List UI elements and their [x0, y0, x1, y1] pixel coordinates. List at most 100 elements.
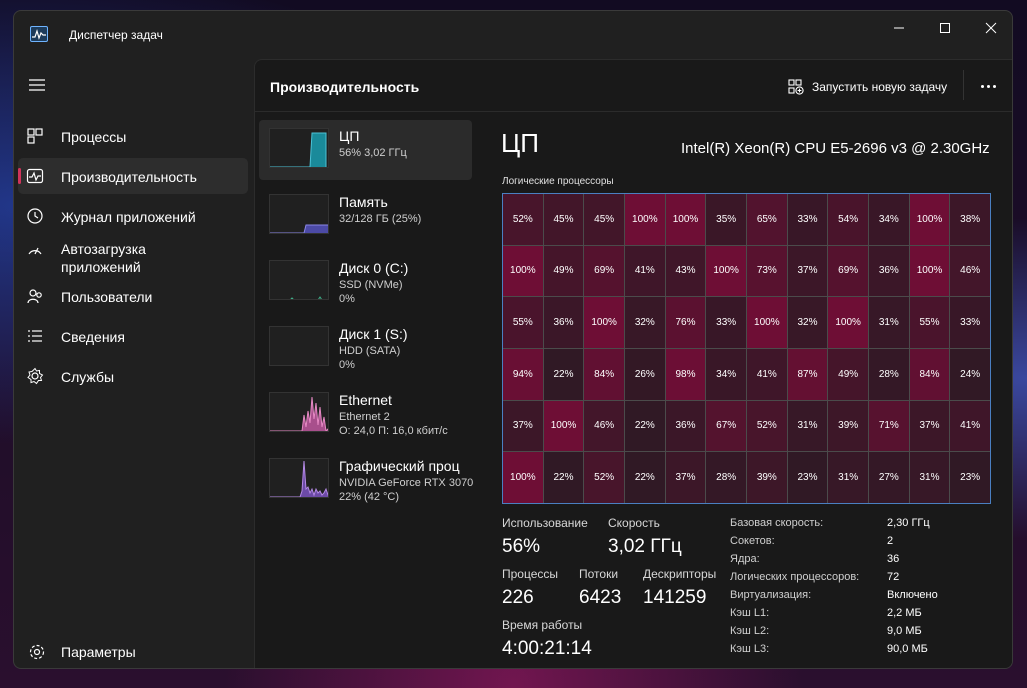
spec-value: 9,0 МБ [887, 625, 922, 637]
memory-sparkline [270, 224, 328, 233]
sidebar-item-startup[interactable]: Автозагрузка приложений [18, 238, 248, 278]
logical-processor-cell: 69% [828, 245, 868, 297]
sidebar-item-performance[interactable]: Производительность [18, 158, 248, 194]
spec-key: Кэш L2: [730, 625, 770, 637]
threads-value: 6423 [579, 587, 622, 608]
cpu-heading: ЦП [501, 128, 539, 158]
more-dots-icon [980, 84, 984, 88]
cpu-mini-graph [269, 128, 329, 168]
spec-value: 2,30 ГГц [887, 517, 930, 529]
ethernet-mini-graph [269, 392, 329, 432]
device-detail: HDD (SATA) [339, 345, 401, 357]
device-detail: SSD (NVMe) [339, 279, 403, 291]
app-history-icon [27, 208, 43, 224]
settings-button[interactable]: Параметры [18, 635, 248, 668]
logical-processor-cell: 36% [869, 245, 909, 297]
device-cpu[interactable]: ЦП 56% 3,02 ГГц [259, 120, 472, 180]
logical-processor-cell: 24% [950, 349, 990, 400]
sidebar-item-services[interactable]: Службы [18, 358, 248, 394]
logical-processor-cell: 34% [706, 349, 746, 400]
title-bar: Диспетчер задач [14, 11, 1012, 59]
services-icon [27, 367, 44, 385]
speed-label: Скорость [608, 516, 660, 530]
logical-processor-cell: 45% [584, 194, 624, 245]
sidebar-item-label: Пользователи [61, 289, 153, 305]
device-name: Диск 0 (C:) [339, 260, 409, 276]
logical-processor-cell: 33% [706, 297, 746, 348]
logical-processor-cell: 37% [787, 245, 828, 297]
logical-processor-cell: 28% [706, 452, 746, 503]
spec-value: 2 [887, 535, 894, 547]
logical-processor-cell: 23% [787, 452, 828, 503]
device-disk-0[interactable]: Диск 0 (C:) SSD (NVMe) 0% [259, 252, 472, 312]
logical-processor-cell: 31% [787, 400, 828, 452]
uptime-label: Время работы [502, 618, 583, 632]
minimize-button[interactable] [876, 11, 922, 45]
logical-processor-cell: 28% [869, 349, 909, 400]
logical-processor-cell: 65% [747, 194, 787, 245]
logical-processor-cell: 22% [625, 400, 665, 452]
maximize-button[interactable] [922, 11, 968, 45]
more-options-button[interactable] [973, 74, 1003, 98]
device-usage: О: 24,0 П: 16,0 кбит/с [339, 425, 448, 437]
logical-processor-cell: 100% [706, 245, 746, 297]
handles-label: Дескрипторы [643, 567, 717, 581]
logical-processor-cell: 100% [503, 452, 543, 503]
processes-label: Процессы [502, 567, 559, 581]
logical-processor-cell: 84% [584, 349, 624, 400]
sidebar-item-details[interactable]: Сведения [18, 318, 248, 354]
processes-value: 226 [502, 587, 534, 608]
device-gpu[interactable]: Графический проц NVIDIA GeForce RTX 3070… [259, 450, 473, 510]
spec-key: Кэш L1: [730, 607, 770, 619]
device-ethernet[interactable]: Ethernet Ethernet 2 О: 24,0 П: 16,0 кбит… [259, 384, 472, 444]
sidebar-item-app-history[interactable]: Журнал приложений [18, 198, 248, 234]
disk0-mini-graph [269, 260, 329, 300]
close-button[interactable] [968, 11, 1012, 45]
logical-processor-cell: 39% [828, 400, 868, 452]
logical-processor-cell: 22% [543, 349, 584, 400]
sidebar-item-processes[interactable]: Процессы [18, 118, 248, 154]
spec-value: 36 [887, 553, 900, 565]
device-name: Память [339, 194, 388, 210]
maximize-icon [940, 23, 950, 33]
logical-processor-cell: 100% [543, 400, 584, 452]
logical-processor-cell: 52% [503, 194, 543, 245]
spec-key: Логических процессоров: [730, 571, 860, 583]
logical-processor-cell: 22% [543, 452, 584, 503]
logical-processor-cell: 33% [787, 194, 828, 245]
logical-processor-cell: 31% [828, 452, 868, 503]
sidebar-item-label: Службы [61, 369, 115, 385]
logical-processor-cell: 46% [584, 400, 624, 452]
run-new-task-button[interactable]: Запустить новую задачу [788, 77, 947, 97]
logical-processor-cell: 49% [828, 349, 868, 400]
threads-label: Потоки [579, 567, 619, 581]
logical-processor-cell: 100% [747, 297, 787, 348]
device-disk-1[interactable]: Диск 1 (S:) HDD (SATA) 0% [259, 318, 472, 378]
logical-processor-cell: 27% [869, 452, 909, 503]
disk1-mini-graph [269, 326, 329, 366]
users-icon [27, 289, 42, 304]
startup-icon [28, 247, 42, 255]
sidebar-item-users[interactable]: Пользователи [18, 278, 248, 314]
settings-label: Параметры [61, 644, 136, 660]
logical-processor-cell: 100% [828, 297, 868, 348]
spec-key: Виртуализация: [730, 589, 812, 601]
task-manager-window: Диспетчер задач Процессы Производительно… [13, 10, 1013, 669]
close-icon [985, 22, 997, 34]
usage-value: 56% [502, 536, 541, 557]
logical-processor-cell: 26% [625, 349, 665, 400]
sidebar-item-label: Журнал приложений [61, 209, 196, 225]
logical-processor-cell: 35% [706, 194, 746, 245]
logical-processor-cell: 69% [584, 245, 624, 297]
header-divider [963, 70, 964, 100]
logical-processor-cell: 32% [787, 297, 828, 348]
logical-processors-label: Логические процессоры [502, 176, 614, 187]
logical-processor-cell: 67% [706, 400, 746, 452]
device-name: Диск 1 (S:) [339, 326, 408, 342]
disk0-sparkline [290, 296, 322, 299]
hamburger-menu-button[interactable] [26, 75, 48, 95]
device-memory[interactable]: Память 32/128 ГБ (25%) [259, 186, 472, 246]
logical-processor-cell: 23% [950, 452, 990, 503]
logical-processor-cell: 41% [950, 400, 990, 452]
logical-processor-cell: 37% [665, 452, 706, 503]
